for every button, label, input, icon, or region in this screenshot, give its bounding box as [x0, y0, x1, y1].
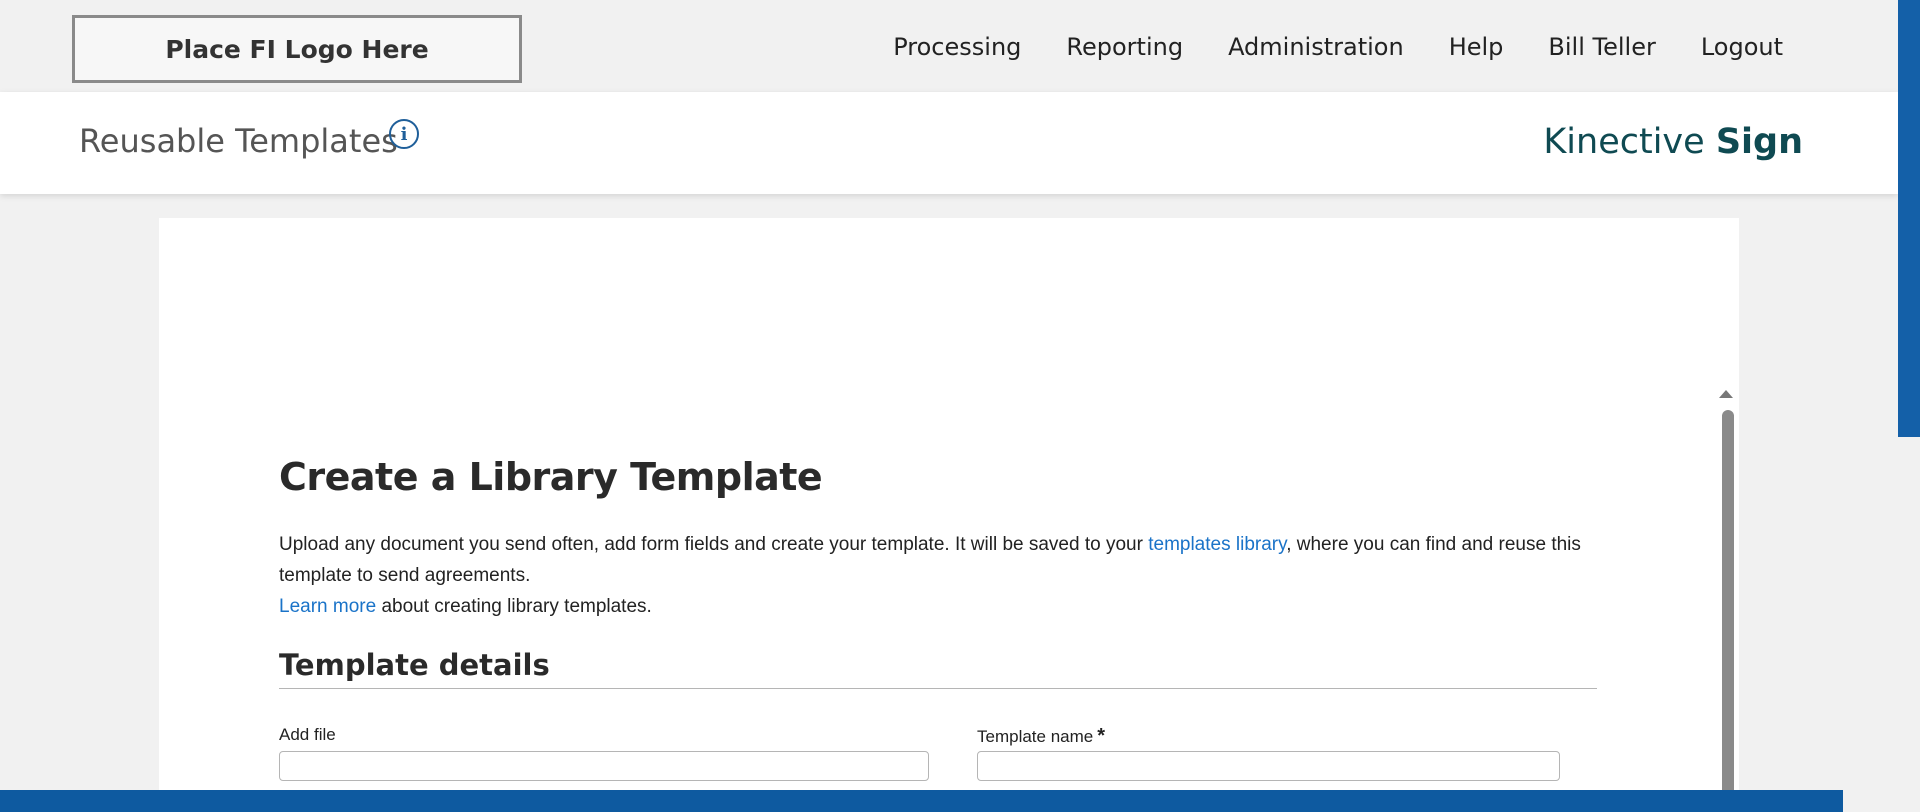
template-name-label: Template name *	[977, 725, 1105, 748]
page-scrollbar-thumb[interactable]	[1898, 0, 1920, 437]
page-header: Reusable Templates i Kinective Sign	[0, 92, 1898, 194]
nav-administration[interactable]: Administration	[1228, 33, 1404, 61]
required-asterisk-icon: *	[1097, 725, 1106, 747]
template-name-input[interactable]	[977, 751, 1560, 781]
scroll-up-arrow-icon[interactable]	[1719, 390, 1733, 398]
desc-text-3: about creating library templates.	[376, 596, 652, 617]
desc-text-1: Upload any document you send often, add …	[279, 534, 1149, 555]
info-icon[interactable]: i	[389, 119, 419, 149]
nav-reporting[interactable]: Reporting	[1066, 33, 1183, 61]
template-fields: Add file Template name *	[279, 725, 1597, 781]
form-heading: Create a Library Template	[279, 455, 823, 499]
nav-processing[interactable]: Processing	[893, 33, 1021, 61]
create-template-form: Create a Library Template Upload any doc…	[279, 455, 1597, 781]
content-scrollbar-thumb[interactable]	[1722, 410, 1734, 812]
add-file-label: Add file	[279, 725, 336, 744]
nav-help[interactable]: Help	[1449, 33, 1504, 61]
add-file-input[interactable]	[279, 751, 929, 781]
brand-logo: Kinective Sign	[1543, 122, 1803, 162]
brand-name-light: Kinective	[1543, 122, 1716, 162]
main-nav: Processing Reporting Administration Help…	[893, 33, 1783, 61]
form-description: Upload any document you send often, add …	[279, 529, 1597, 622]
nav-user[interactable]: Bill Teller	[1548, 33, 1655, 61]
page-title: Reusable Templates	[79, 122, 398, 160]
template-name-label-text: Template name	[977, 727, 1094, 746]
brand-name-bold: Sign	[1715, 122, 1803, 162]
section-title: Template details	[279, 648, 1597, 689]
fi-logo-placeholder: Place FI Logo Here	[72, 15, 522, 83]
nav-logout[interactable]: Logout	[1701, 33, 1783, 61]
templates-library-link[interactable]: templates library	[1148, 534, 1286, 555]
top-bar: Place FI Logo Here Processing Reporting …	[0, 0, 1898, 92]
bottom-bar	[0, 790, 1843, 812]
learn-more-link[interactable]: Learn more	[279, 596, 376, 617]
